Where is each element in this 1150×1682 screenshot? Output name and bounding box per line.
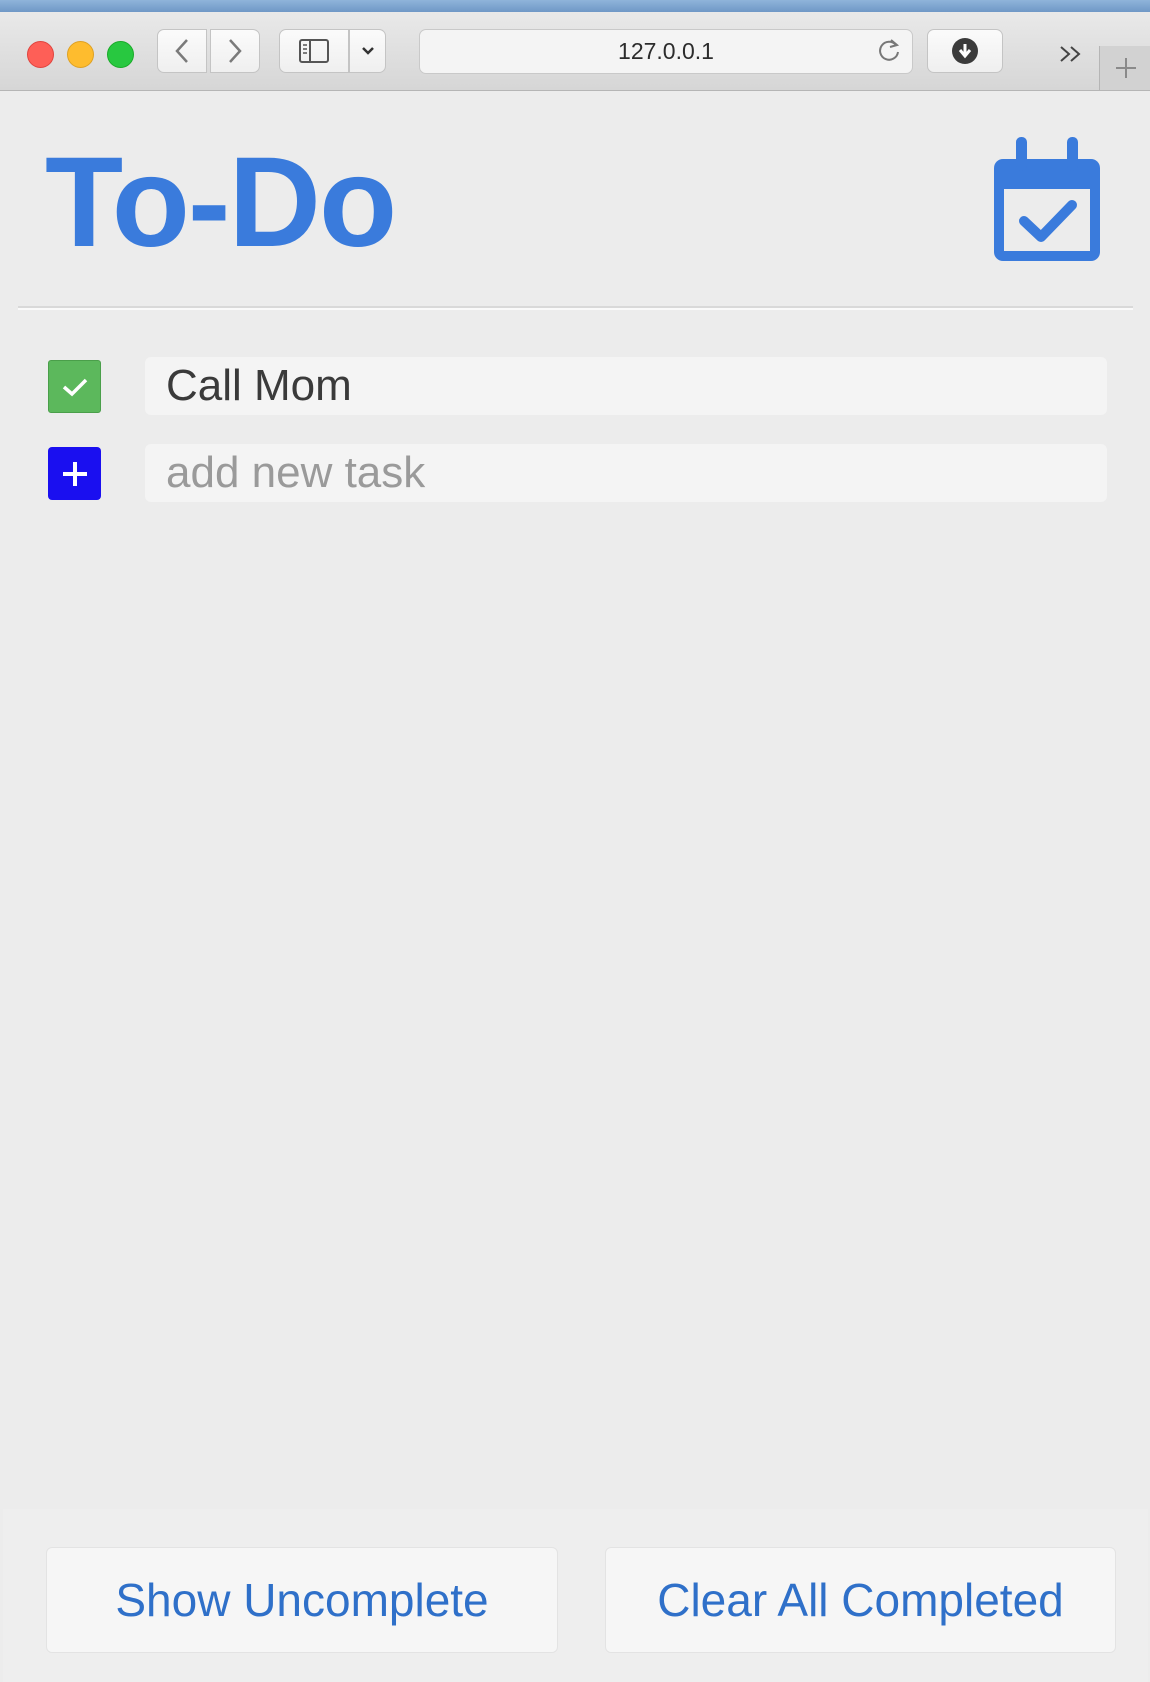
sidebar-toggle-button[interactable]	[279, 29, 349, 73]
task-text-field[interactable]: Call Mom	[145, 357, 1107, 415]
calendar-check-icon	[994, 137, 1100, 261]
add-task-row	[3, 444, 1148, 502]
reload-icon[interactable]	[876, 38, 902, 64]
address-bar[interactable]: 127.0.0.1	[419, 29, 913, 74]
downloads-button[interactable]	[927, 29, 1003, 73]
back-button[interactable]	[157, 29, 207, 73]
new-task-input[interactable]	[166, 448, 1107, 498]
minimize-window-button[interactable]	[67, 41, 94, 68]
footer-bar: Show Uncomplete Clear All Completed	[3, 1509, 1148, 1682]
close-window-button[interactable]	[27, 41, 54, 68]
plus-icon	[62, 461, 87, 486]
header-divider	[18, 306, 1133, 310]
page-content: To-Do Call Mom Show Unc	[3, 91, 1148, 1682]
task-row: Call Mom	[3, 357, 1148, 415]
download-icon	[952, 38, 978, 64]
plus-icon	[1115, 58, 1136, 78]
task-text: Call Mom	[166, 361, 352, 410]
page-title: To-Do	[45, 131, 397, 274]
browser-toolbar: 127.0.0.1	[0, 12, 1150, 91]
sidebar-icon	[299, 39, 329, 63]
address-text: 127.0.0.1	[618, 38, 714, 64]
new-task-field	[145, 444, 1107, 502]
chevron-down-icon	[361, 47, 374, 55]
browser-window: 127.0.0.1 To-Do Call Mom add new task Sh…	[0, 12, 1150, 1682]
zoom-window-button[interactable]	[107, 41, 134, 68]
sidebar-dropdown-button[interactable]	[349, 29, 386, 73]
clear-completed-button[interactable]: Clear All Completed	[605, 1547, 1116, 1653]
show-uncomplete-button[interactable]: Show Uncomplete	[46, 1547, 558, 1653]
checkmark-icon	[62, 378, 87, 396]
chevron-right-icon	[229, 39, 242, 63]
task-complete-checkbox[interactable]	[48, 360, 101, 413]
double-chevron-icon[interactable]	[1058, 40, 1084, 71]
chevron-left-icon	[175, 39, 188, 63]
add-task-button[interactable]	[48, 447, 101, 500]
forward-button[interactable]	[210, 29, 260, 73]
new-tab-button[interactable]	[1099, 46, 1150, 90]
